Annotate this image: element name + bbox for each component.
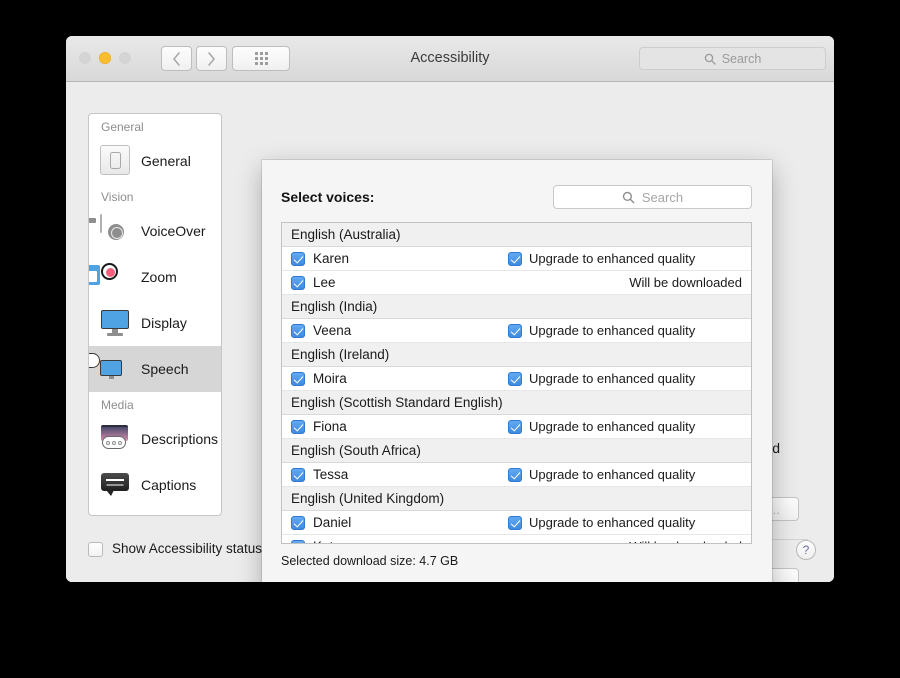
display-icon (100, 307, 132, 339)
sidebar-item-display[interactable]: Display (89, 300, 221, 346)
sidebar-item-label: VoiceOver (141, 223, 206, 239)
voice-row[interactable]: Lee Will be downloaded (282, 271, 751, 295)
speech-icon (89, 353, 132, 385)
sidebar-group-media: Media (101, 398, 134, 412)
sidebar-item-general[interactable]: General (89, 138, 221, 184)
upgrade-label: Upgrade to enhanced quality (529, 467, 696, 482)
show-status-checkbox[interactable] (88, 542, 103, 557)
voice-status: Upgrade to enhanced quality (508, 323, 742, 338)
descriptions-icon (100, 423, 132, 455)
upgrade-label: Upgrade to enhanced quality (529, 323, 696, 338)
upgrade-label: Upgrade to enhanced quality (529, 251, 696, 266)
sidebar-item-captions[interactable]: Captions (89, 462, 221, 508)
voice-search-field[interactable]: Search (553, 185, 752, 209)
upgrade-label: Upgrade to enhanced quality (529, 371, 696, 386)
sidebar-item-label: Descriptions (141, 431, 219, 447)
voice-row[interactable]: Veena Upgrade to enhanced quality (282, 319, 751, 343)
voice-group-header: English (South Africa) (282, 439, 751, 463)
voice-row[interactable]: Karen Upgrade to enhanced quality (282, 247, 751, 271)
toolbar-search-placeholder: Search (721, 51, 762, 66)
voice-checkbox[interactable] (291, 323, 305, 338)
voice-group-header: English (India) (282, 295, 751, 319)
voice-search-placeholder: Search (641, 189, 684, 205)
sidebar-group-vision: Vision (101, 190, 134, 204)
voice-status: Upgrade to enhanced quality (508, 419, 742, 434)
voice-status: Upgrade to enhanced quality (508, 371, 742, 386)
voice-name: Moira (313, 371, 347, 386)
voice-name: Fiona (313, 419, 347, 434)
voice-row[interactable]: Fiona Upgrade to enhanced quality (282, 415, 751, 439)
sidebar-item-label: Captions (141, 477, 197, 493)
voice-name: Karen (313, 251, 350, 266)
dialog-title: Select voices: (281, 189, 375, 205)
sidebar-group-hearing: Hearing (89, 508, 221, 515)
help-button[interactable]: ? (796, 540, 816, 560)
toolbar-search-field[interactable]: Search (639, 47, 826, 70)
voiceover-icon (89, 214, 132, 247)
upgrade-checkbox[interactable] (508, 251, 522, 266)
voice-checkbox[interactable] (291, 371, 305, 386)
voice-checkbox[interactable] (291, 515, 305, 530)
voice-checkbox[interactable] (291, 467, 305, 482)
voice-status: Will be downloaded (508, 539, 742, 543)
sidebar-group-general: General (101, 120, 144, 134)
zoom-icon (89, 261, 132, 293)
will-download-label: Will be downloaded (629, 539, 742, 543)
voice-row[interactable]: Daniel Upgrade to enhanced quality (282, 511, 751, 535)
voice-group-header: English (Scottish Standard English) (282, 391, 751, 415)
sidebar-item-speech[interactable]: Speech (89, 346, 221, 392)
upgrade-label: Upgrade to enhanced quality (529, 515, 696, 530)
voice-checkbox[interactable] (291, 275, 305, 290)
voice-status: Upgrade to enhanced quality (508, 251, 742, 266)
voice-name: Kate (313, 539, 341, 543)
voice-name: Lee (313, 275, 336, 290)
window-titlebar: Accessibility Search (66, 36, 834, 82)
upgrade-checkbox[interactable] (508, 323, 522, 338)
accessibility-window: Accessibility Search General General Vis… (66, 36, 834, 582)
voice-status: Upgrade to enhanced quality (508, 515, 742, 530)
select-voices-dialog: Select voices: Search English (Australia… (262, 160, 772, 582)
voice-group-header: English (United Kingdom) (282, 487, 751, 511)
voice-status: Will be downloaded (508, 275, 742, 290)
voice-row[interactable]: Kate Will be downloaded (282, 535, 751, 543)
voice-status: Upgrade to enhanced quality (508, 467, 742, 482)
search-icon (622, 191, 635, 204)
sidebar-item-label: Zoom (141, 269, 177, 285)
voice-row[interactable]: Tessa Upgrade to enhanced quality (282, 463, 751, 487)
voice-checkbox[interactable] (291, 419, 305, 434)
sidebar-item-zoom[interactable]: Zoom (89, 254, 221, 300)
search-icon (704, 53, 716, 65)
download-size-label: Selected download size: 4.7 GB (281, 554, 459, 568)
general-icon (100, 145, 132, 177)
sidebar-item-label: Speech (141, 361, 189, 377)
voice-name: Tessa (313, 467, 349, 482)
preferences-body: General General Vision VoiceOver Zoom Di… (66, 82, 834, 582)
upgrade-checkbox[interactable] (508, 419, 522, 434)
voice-checkbox[interactable] (291, 251, 305, 266)
will-download-label: Will be downloaded (629, 275, 742, 290)
voice-row[interactable]: Moira Upgrade to enhanced quality (282, 367, 751, 391)
voice-list[interactable]: English (Australia) Karen Upgrade to enh… (281, 222, 752, 544)
sidebar-item-descriptions[interactable]: Descriptions (89, 416, 221, 462)
upgrade-checkbox[interactable] (508, 467, 522, 482)
upgrade-checkbox[interactable] (508, 515, 522, 530)
captions-icon (100, 469, 132, 501)
sidebar-item-voiceover[interactable]: VoiceOver (89, 208, 221, 254)
sidebar-item-label: Display (141, 315, 187, 331)
voice-name: Veena (313, 323, 352, 338)
voice-name: Daniel (313, 515, 352, 530)
voice-group-header: English (Australia) (282, 223, 751, 247)
accessibility-feature-list[interactable]: General General Vision VoiceOver Zoom Di… (88, 113, 222, 516)
upgrade-label: Upgrade to enhanced quality (529, 419, 696, 434)
upgrade-checkbox[interactable] (508, 371, 522, 386)
voice-group-header: English (Ireland) (282, 343, 751, 367)
sidebar-item-label: General (141, 153, 191, 169)
voice-checkbox[interactable] (291, 539, 305, 543)
